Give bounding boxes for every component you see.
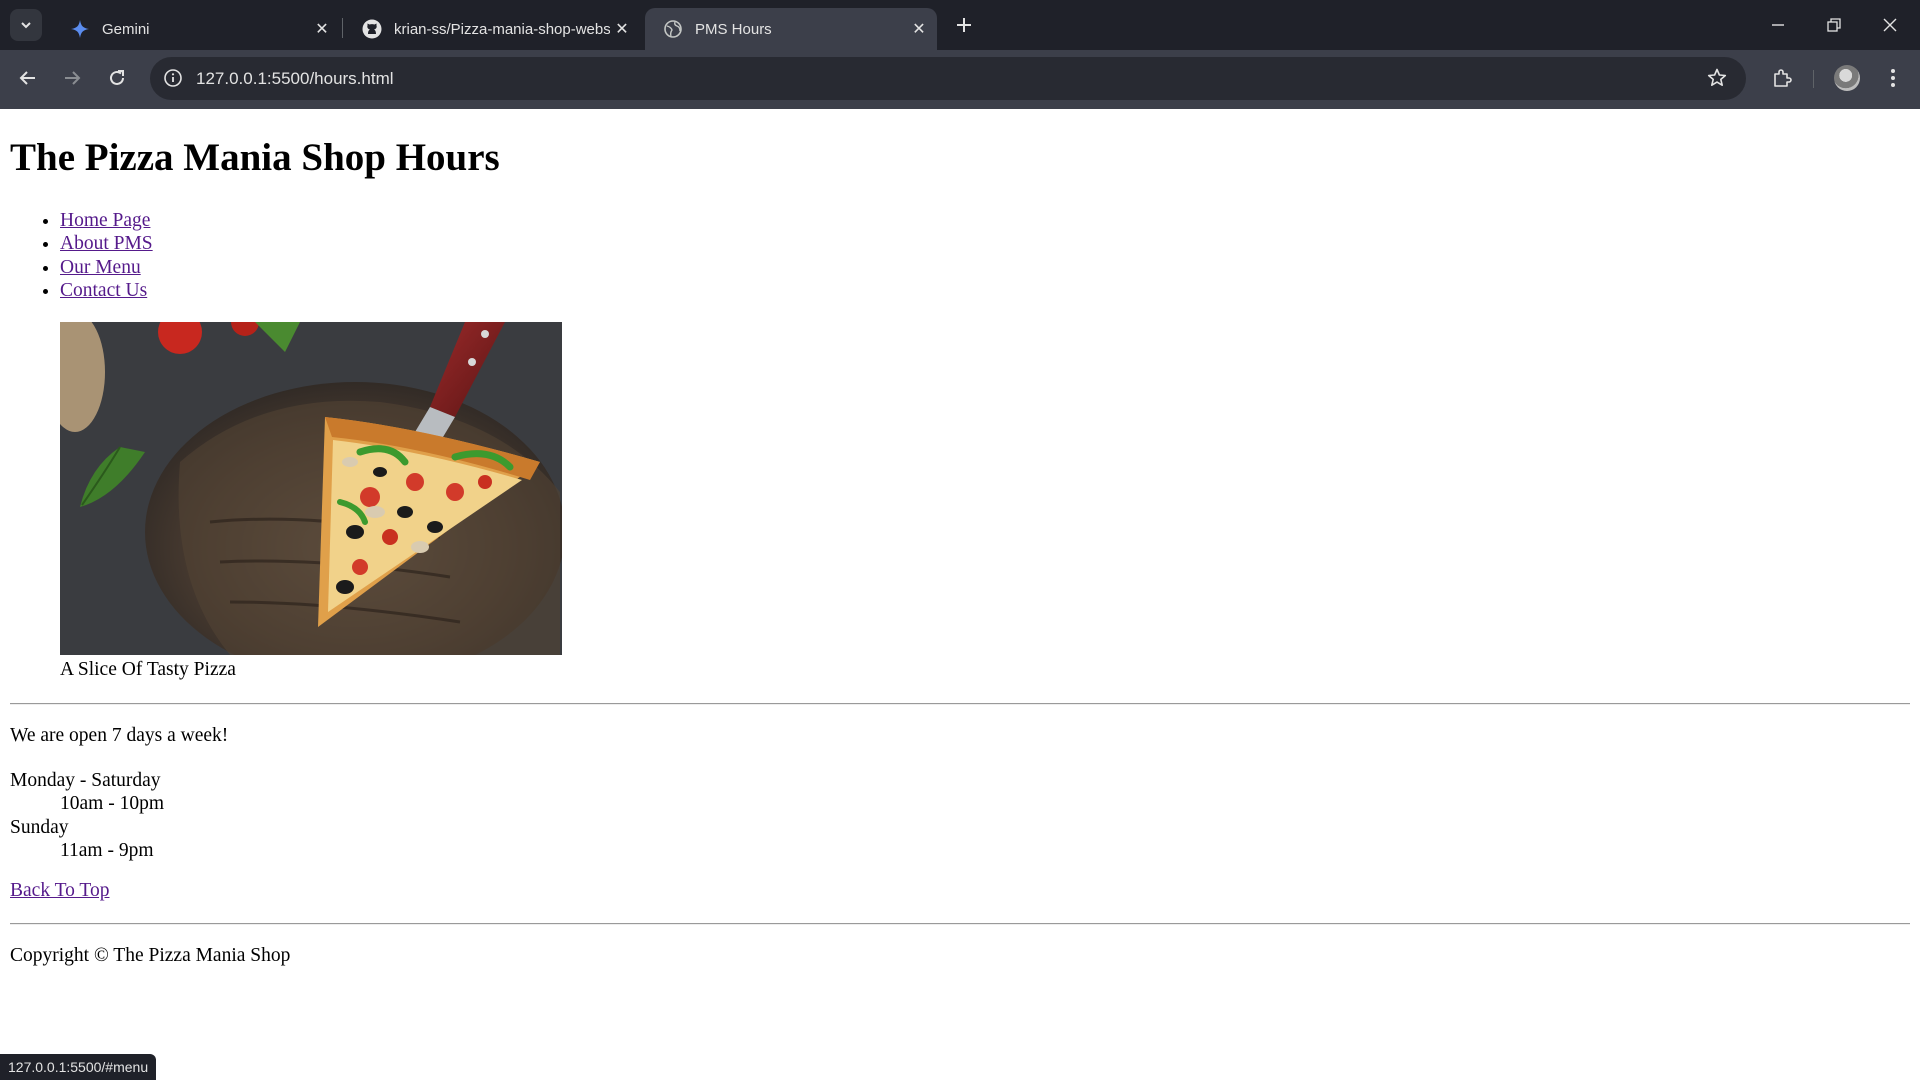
arrow-right-icon <box>65 71 81 85</box>
status-bar: 127.0.0.1:5500/#menu <box>0 1054 157 1080</box>
close-icon <box>1883 18 1897 32</box>
restore-button[interactable] <box>1806 0 1862 50</box>
chevron-down-icon <box>21 22 31 29</box>
minimize-button[interactable] <box>1750 0 1806 50</box>
about-pms-link[interactable]: About PMS <box>60 233 153 254</box>
tab-github[interactable]: krian-ss/Pizza-mania-shop-website ✕ <box>344 8 640 50</box>
web-page: The Pizza Mania Shop Hours Home Page Abo… <box>0 109 1920 1080</box>
nav-item-about: About PMS <box>60 232 153 255</box>
pizza-figure: A Slice Of Tasty Pizza <box>60 322 562 680</box>
tab-strip: Gemini ✕ krian-ss/Pizza-mania-shop-websi… <box>0 0 1920 50</box>
gemini-sparkle-icon <box>70 19 90 39</box>
profile-avatar[interactable] <box>1834 65 1860 91</box>
close-icon[interactable]: ✕ <box>907 17 931 41</box>
copyright-text: Copyright © The Pizza Mania Shop <box>10 945 291 966</box>
toolbar-divider <box>1813 70 1814 88</box>
new-tab-button[interactable] <box>950 11 978 39</box>
address-bar[interactable]: 127.0.0.1:5500/hours.html <box>150 57 1746 100</box>
open-days-text: We are open 7 days a week! <box>10 725 229 746</box>
puzzle-icon <box>1774 69 1792 87</box>
reload-button[interactable] <box>101 62 133 94</box>
nav-item-menu: Our Menu <box>60 256 153 279</box>
reload-icon <box>110 70 124 85</box>
bookmark-star-icon[interactable] <box>1706 67 1728 89</box>
github-icon <box>362 19 382 39</box>
globe-icon <box>663 19 683 39</box>
extensions-button[interactable] <box>1766 62 1798 94</box>
more-vertical-icon <box>1891 69 1895 87</box>
tab-title: Gemini <box>102 20 150 38</box>
divider <box>10 923 1910 925</box>
url-text[interactable]: 127.0.0.1:5500/hours.html <box>196 57 394 100</box>
close-icon[interactable]: ✕ <box>310 17 334 41</box>
hours-time: 10am - 10pm <box>60 793 164 815</box>
hours-list: Monday - Saturday 10am - 10pm Sunday 11a… <box>10 769 164 862</box>
restore-icon <box>1827 18 1841 32</box>
tab-separator <box>342 18 343 38</box>
close-window-button[interactable] <box>1862 0 1918 50</box>
tab-pms-hours[interactable]: PMS Hours ✕ <box>645 8 937 50</box>
back-button[interactable] <box>12 62 44 94</box>
back-to-top-link[interactable]: Back To Top <box>10 880 109 902</box>
tab-title: PMS Hours <box>695 20 772 38</box>
arrow-left-icon <box>19 71 35 85</box>
tab-search-button[interactable] <box>10 9 42 41</box>
page-title: The Pizza Mania Shop Hours <box>10 136 500 179</box>
pizza-image <box>60 322 562 655</box>
tab-gemini[interactable]: Gemini ✕ <box>52 8 340 50</box>
site-info-icon[interactable] <box>162 67 184 89</box>
home-page-link[interactable]: Home Page <box>60 210 150 231</box>
minimize-icon <box>1772 24 1784 26</box>
site-navigation: Home Page About PMS Our Menu Contact Us <box>10 209 153 302</box>
our-menu-link[interactable]: Our Menu <box>60 257 141 278</box>
hours-days: Sunday <box>10 816 69 838</box>
close-icon[interactable]: ✕ <box>610 17 634 41</box>
browser-chrome: Gemini ✕ krian-ss/Pizza-mania-shop-websi… <box>0 0 1920 109</box>
browser-toolbar: 127.0.0.1:5500/hours.html <box>0 50 1920 109</box>
hours-days: Monday - Saturday <box>10 770 161 791</box>
nav-item-contact: Contact Us <box>60 279 153 302</box>
browser-menu-button[interactable] <box>1877 62 1909 94</box>
nav-item-home: Home Page <box>60 209 153 232</box>
hours-time: 11am - 9pm <box>60 839 154 861</box>
tab-title: krian-ss/Pizza-mania-shop-website <box>394 20 610 38</box>
divider <box>10 703 1910 705</box>
image-caption: A Slice Of Tasty Pizza <box>60 659 236 680</box>
forward-button[interactable] <box>56 62 88 94</box>
contact-us-link[interactable]: Contact Us <box>60 280 147 301</box>
plus-icon <box>957 18 971 32</box>
